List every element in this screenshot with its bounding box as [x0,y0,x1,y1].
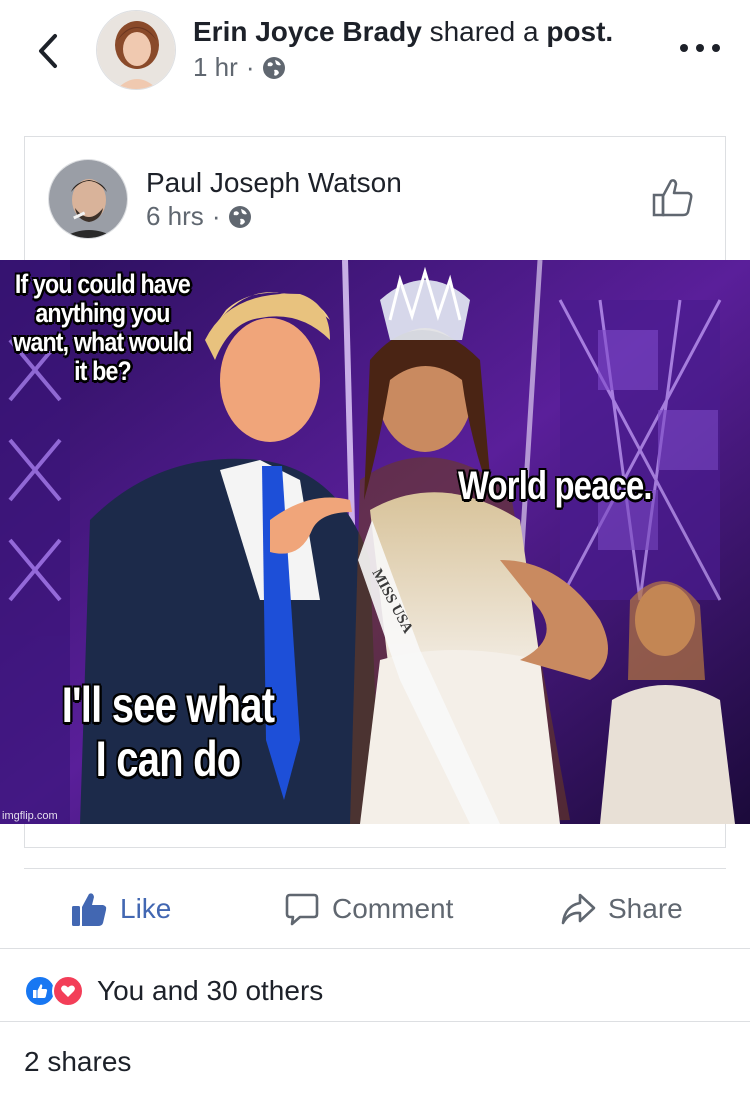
more-dot [712,44,720,52]
sharer-name[interactable]: Erin Joyce Brady [193,16,422,47]
imgflip-watermark: imgflip.com [2,810,58,822]
meta-separator: · [211,201,221,231]
globe-icon [263,56,286,79]
author-meta: 6 hrs · [146,201,252,232]
header-title: Erin Joyce Brady shared a post. [193,14,613,50]
share-arrow-icon [561,893,596,925]
more-dots-icon [680,44,688,52]
meme-reply-line-2: I can do [95,731,242,787]
post-header: Erin Joyce Brady shared a post. 1 hr · [0,0,750,110]
thumbs-up-icon [72,893,107,926]
more-options-button[interactable] [680,38,720,58]
globe-icon [229,205,252,228]
author-avatar[interactable] [48,159,128,239]
page-like-button[interactable] [651,175,695,219]
meme-question-text: If you could have anything you want, wha… [13,269,192,386]
header-meta: 1 hr · [193,52,286,83]
header-timestamp[interactable]: 1 hr [193,52,238,83]
post-link[interactable]: post. [546,16,613,47]
author-name[interactable]: Paul Joseph Watson [146,165,402,201]
chevron-left-icon [39,34,57,68]
reaction-summary[interactable]: You and 30 others [97,973,323,1009]
meme-reply-line-1: I'll see what [61,677,275,733]
shares-count[interactable]: 2 shares [24,1044,131,1080]
share-button[interactable]: Share [560,869,683,949]
comment-icon [285,893,319,926]
like-label: Like [120,893,172,924]
comment-label: Comment [332,893,454,924]
share-label: Share [608,893,683,924]
action-bar: Like Comment Share [24,868,726,948]
shared-text: shared a [429,16,539,47]
comment-button[interactable]: Comment [284,869,453,949]
sharer-avatar[interactable] [96,10,176,90]
meme-image[interactable]: MISS USA If you could have anything you … [0,260,750,824]
post-timestamp[interactable]: 6 hrs [146,201,204,232]
more-dot [696,44,704,52]
meta-separator: · [245,52,255,82]
back-button[interactable] [28,28,68,74]
reaction-icons [24,975,90,1007]
thumbs-up-outline-icon [652,179,693,217]
meme-reply-text: I'll see what I can do [48,678,288,786]
like-button[interactable]: Like [70,869,171,949]
reactions-row[interactable]: You and 30 others [0,948,750,1022]
love-reaction-icon [52,975,84,1007]
meme-answer-text: World peace. [458,464,653,508]
